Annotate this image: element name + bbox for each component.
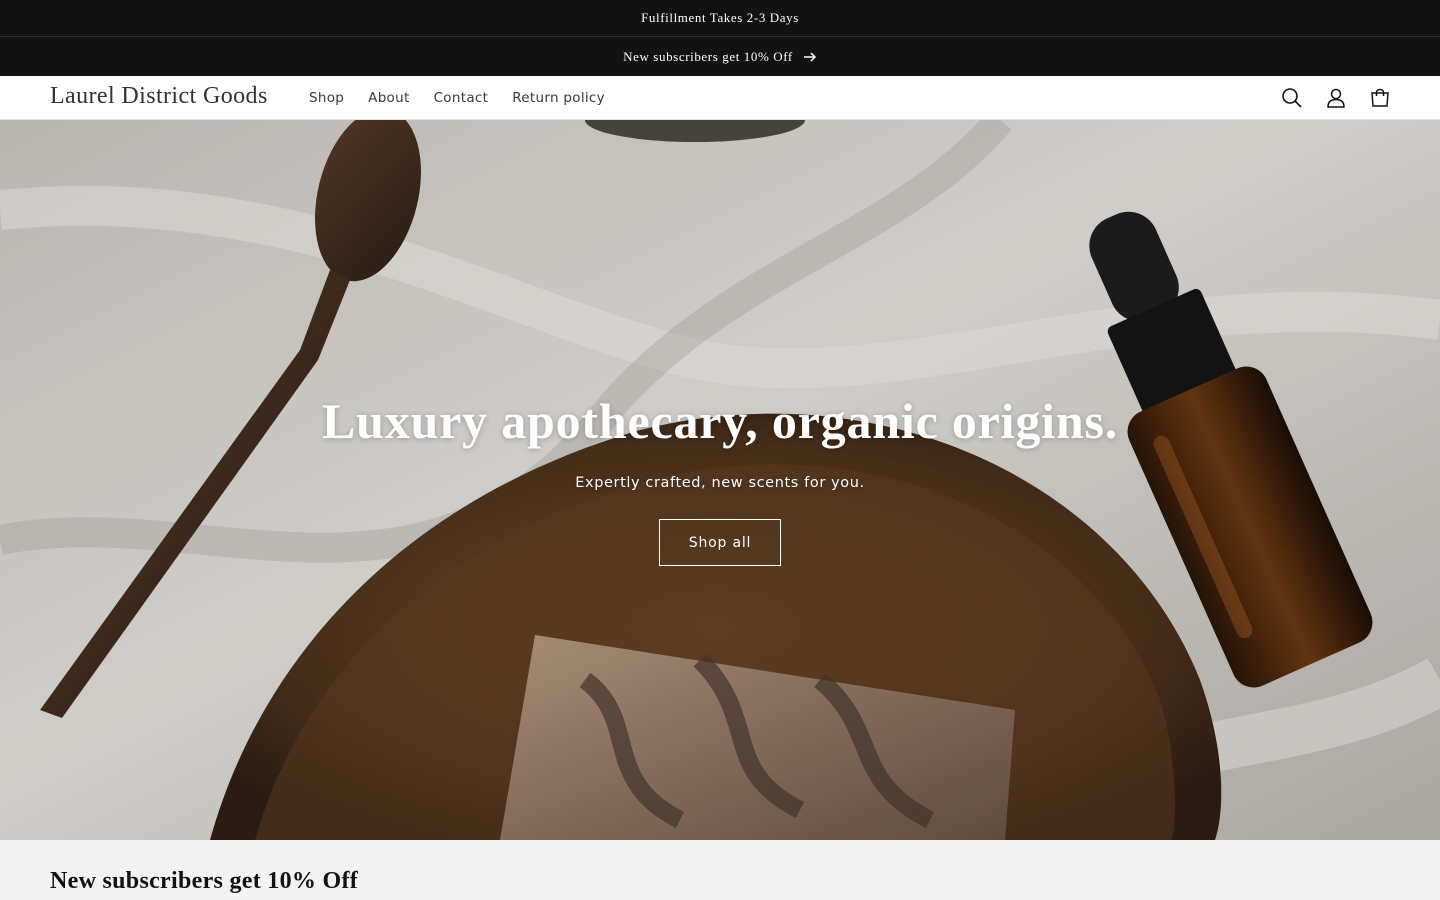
nav-item-about[interactable]: About — [356, 90, 421, 106]
hero-content: Luxury apothecary, organic origins. Expe… — [0, 120, 1440, 840]
main-nav: Shop About Contact Return policy — [297, 76, 617, 120]
hero-banner: Luxury apothecary, organic origins. Expe… — [0, 120, 1440, 840]
site-header: Laurel District Goods Shop About Contact… — [0, 76, 1440, 120]
announcement-bar-subscribers[interactable]: New subscribers get 10% Off — [0, 37, 1440, 76]
newsletter-section: New subscribers get 10% Off — [0, 840, 1440, 900]
hero-heading: Luxury apothecary, organic origins. — [321, 393, 1119, 449]
search-icon[interactable] — [1280, 86, 1304, 110]
nav-item-return-policy[interactable]: Return policy — [500, 90, 617, 106]
cart-icon[interactable] — [1368, 86, 1392, 110]
account-icon[interactable] — [1324, 86, 1348, 110]
nav-item-contact[interactable]: Contact — [422, 90, 501, 106]
announcement-bar-fulfillment: Fulfillment Takes 2-3 Days — [0, 0, 1440, 37]
hero-subheading: Expertly crafted, new scents for you. — [575, 475, 865, 491]
announcement-subscribers-text[interactable]: New subscribers get 10% Off — [623, 49, 793, 65]
site-logo[interactable]: Laurel District Goods — [50, 83, 268, 110]
announcement-fulfillment-text: Fulfillment Takes 2-3 Days — [641, 10, 799, 25]
nav-item-shop[interactable]: Shop — [297, 90, 356, 106]
shop-all-button[interactable]: Shop all — [659, 519, 781, 566]
newsletter-heading: New subscribers get 10% Off — [50, 868, 359, 894]
arrow-right-icon[interactable] — [803, 51, 817, 62]
